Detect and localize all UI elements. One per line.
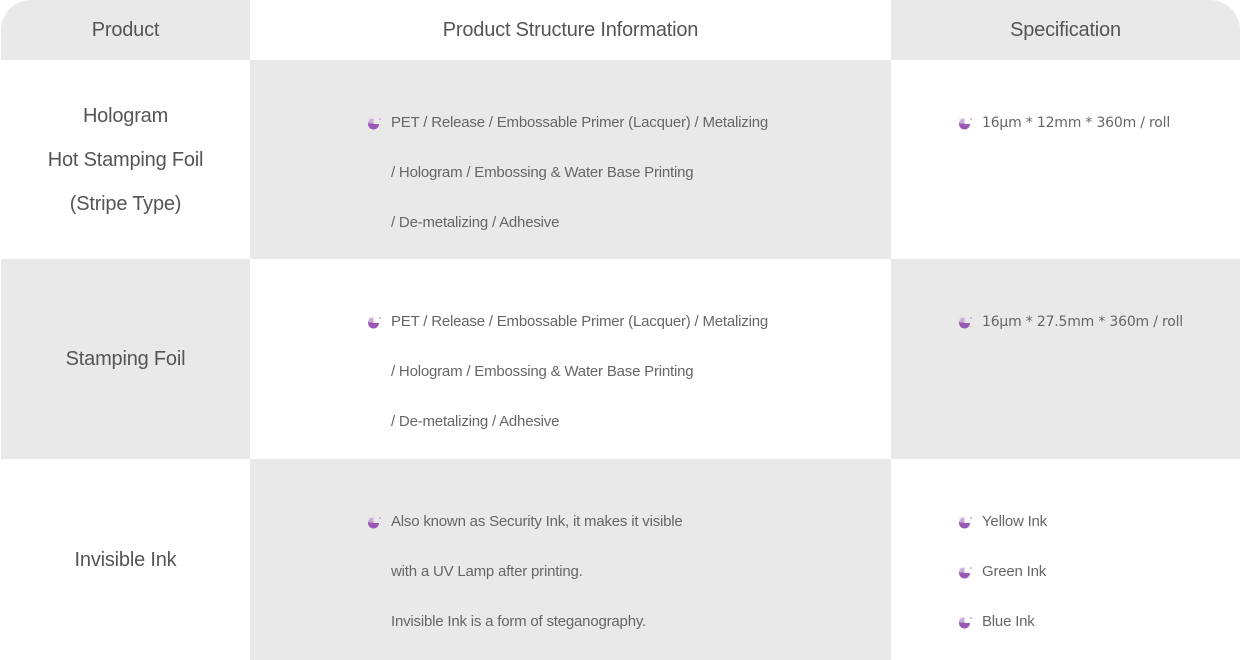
pie-bullet-icon xyxy=(368,118,381,130)
pie-bullet-icon xyxy=(368,317,381,329)
structure-list: PET / Release / Embossable Primer (Lacqu… xyxy=(366,297,768,447)
header-structure: Product Structure Information xyxy=(250,0,891,60)
structure-cell: PET / Release / Embossable Primer (Lacqu… xyxy=(250,259,891,459)
table-row: Stamping Foil PET / Release / Embossable… xyxy=(1,259,1240,459)
structure-item-continued: / De-metalizing / Adhesive xyxy=(391,413,560,430)
pie-bullet-icon xyxy=(959,567,972,579)
spec-item: Blue Ink xyxy=(957,597,1047,647)
specification-cell: 16µm * 12mm * 360m / roll xyxy=(891,60,1240,259)
spec-item: 16µm * 27.5mm * 360m / roll xyxy=(957,297,1183,347)
product-name-line: Hologram xyxy=(82,104,169,127)
pie-bullet-icon xyxy=(959,317,972,329)
structure-cell: PET / Release / Embossable Primer (Lacqu… xyxy=(250,60,891,259)
structure-item-continued: / Hologram / Embossing & Water Base Prin… xyxy=(391,164,694,181)
structure-item: PET / Release / Embossable Primer (Lacqu… xyxy=(366,297,768,347)
table-row: Invisible Ink Also known as Security Ink… xyxy=(1,459,1240,660)
product-name-line: Stamping Foil xyxy=(65,348,186,370)
table-row: Hologram Hot Stamping Foil (Stripe Type)… xyxy=(1,60,1240,259)
product-name-line: Hot Stamping Foil xyxy=(47,148,204,171)
pie-bullet-icon xyxy=(959,617,972,629)
spec-list: Yellow Ink Green Ink Blue Ink xyxy=(957,497,1047,647)
spec-list: 16µm * 12mm * 360m / roll xyxy=(957,98,1170,148)
structure-item: Also known as Security Ink, it makes it … xyxy=(366,497,683,547)
product-table: Product Product Structure Information Sp… xyxy=(1,0,1240,660)
structure-item-continued: Invisible Ink is a form of steganography… xyxy=(391,613,646,630)
product-name-cell: Stamping Foil xyxy=(1,259,250,459)
spec-item: 16µm * 12mm * 360m / roll xyxy=(957,98,1170,148)
pie-bullet-icon xyxy=(368,517,381,529)
structure-cell: Also known as Security Ink, it makes it … xyxy=(250,459,891,660)
structure-item-continued: with a UV Lamp after printing. xyxy=(391,563,583,580)
pie-bullet-icon xyxy=(959,517,972,529)
product-name-line: (Stripe Type) xyxy=(69,192,182,215)
spec-item: Green Ink xyxy=(957,547,1047,597)
spec-item: Yellow Ink xyxy=(957,497,1047,547)
structure-list: PET / Release / Embossable Primer (Lacqu… xyxy=(366,98,768,248)
structure-item-continued: / Hologram / Embossing & Water Base Prin… xyxy=(391,363,694,380)
product-name-cell: Invisible Ink xyxy=(1,459,250,660)
header-product: Product xyxy=(1,0,250,60)
specification-cell: Yellow Ink Green Ink Blue Ink xyxy=(891,459,1240,660)
table-header-row: Product Product Structure Information Sp… xyxy=(1,0,1240,60)
header-specification: Specification xyxy=(891,0,1240,60)
specification-cell: 16µm * 27.5mm * 360m / roll xyxy=(891,259,1240,459)
pie-bullet-icon xyxy=(959,118,972,130)
product-name-line: Invisible Ink xyxy=(74,548,177,571)
product-name-cell: Hologram Hot Stamping Foil (Stripe Type) xyxy=(1,60,250,259)
structure-item-continued: / De-metalizing / Adhesive xyxy=(391,214,560,231)
structure-item: PET / Release / Embossable Primer (Lacqu… xyxy=(366,98,768,148)
spec-list: 16µm * 27.5mm * 360m / roll xyxy=(957,297,1183,347)
structure-list: Also known as Security Ink, it makes it … xyxy=(366,497,683,647)
